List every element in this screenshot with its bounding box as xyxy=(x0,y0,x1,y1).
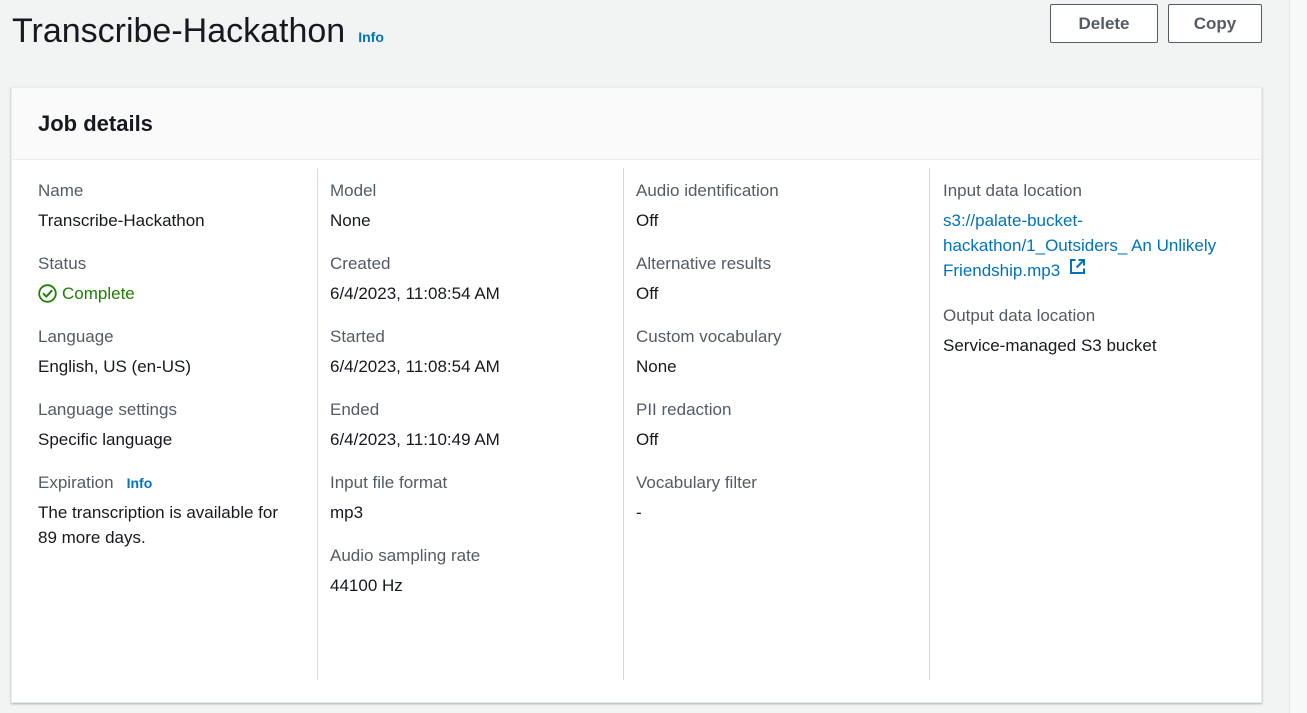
field-value: 6/4/2023, 11:10:49 AM xyxy=(330,430,500,449)
field-label: Alternative results xyxy=(636,254,772,273)
field-input-location: Input data location s3://palate-bucket-h… xyxy=(943,180,1237,285)
field-value: 44100 Hz xyxy=(330,576,403,595)
field-label: Language settings xyxy=(38,400,177,419)
field-value: None xyxy=(330,211,371,230)
field-value: Transcribe-Hackathon xyxy=(38,211,205,230)
job-details-title: Job details xyxy=(38,110,153,136)
job-details-container: Job details Name Transcribe-Hackathon St… xyxy=(11,87,1262,703)
column-timing: Model None Created 6/4/2023, 11:08:54 AM… xyxy=(318,168,624,680)
field-label: Name xyxy=(38,181,84,200)
field-label: Custom vocabulary xyxy=(636,327,782,346)
field-value: Off xyxy=(636,211,659,230)
field-label: Audio identification xyxy=(636,181,779,200)
field-pii-redaction: PII redaction Off xyxy=(636,399,909,452)
column-options: Audio identification Off Alternative res… xyxy=(624,168,930,680)
field-label: Input data location xyxy=(943,181,1082,200)
field-custom-vocabulary: Custom vocabulary None xyxy=(636,326,909,379)
field-value: Specific language xyxy=(38,430,173,449)
job-details-header: Job details xyxy=(12,88,1261,160)
header-actions: Delete Copy xyxy=(1050,4,1262,43)
field-value: 6/4/2023, 11:08:54 AM xyxy=(330,284,500,303)
field-language: Language English, US (en-US) xyxy=(38,326,297,379)
field-alternative-results: Alternative results Off xyxy=(636,253,909,306)
check-circle-icon xyxy=(38,284,57,303)
field-value: Service-managed S3 bucket xyxy=(943,335,1157,355)
expiration-label: Expiration xyxy=(38,473,114,492)
field-value: English, US (en-US) xyxy=(38,357,192,376)
field-audio-identification: Audio identification Off xyxy=(636,180,909,233)
input-location-value: s3://palate-bucket-hackathon/1_Outsiders… xyxy=(943,208,1237,285)
field-sampling-rate: Audio sampling rate 44100 Hz xyxy=(330,545,603,598)
status-text: Complete xyxy=(62,284,135,303)
field-label: Expiration Info xyxy=(38,472,297,494)
field-vocabulary-filter: Vocabulary filter - xyxy=(636,472,909,525)
field-label: Status xyxy=(38,254,87,273)
copy-button[interactable]: Copy xyxy=(1168,4,1262,43)
field-value: Off xyxy=(636,430,659,449)
field-label: Audio sampling rate xyxy=(330,546,481,565)
page-header: Transcribe-Hackathon Info xyxy=(12,12,384,62)
status-indicator: Complete xyxy=(38,281,297,306)
column-general: Name Transcribe-Hackathon Status Complet… xyxy=(12,168,318,680)
field-label: Ended xyxy=(330,400,380,419)
column-locations: Input data location s3://palate-bucket-h… xyxy=(930,168,1257,680)
field-input-format: Input file format mp3 xyxy=(330,472,603,525)
header-info-link[interactable]: Info xyxy=(358,29,384,45)
field-value: None xyxy=(636,357,677,376)
delete-button[interactable]: Delete xyxy=(1050,4,1158,43)
expiration-info-link[interactable]: Info xyxy=(127,472,153,494)
page-title: Transcribe-Hackathon xyxy=(12,12,346,50)
field-ended: Ended 6/4/2023, 11:10:49 AM xyxy=(330,399,603,452)
field-value: mp3 xyxy=(330,503,364,522)
field-label: Input file format xyxy=(330,473,448,492)
field-value: 6/4/2023, 11:08:54 AM xyxy=(330,357,500,376)
field-label: Output data location xyxy=(943,305,1096,325)
field-started: Started 6/4/2023, 11:08:54 AM xyxy=(330,326,603,379)
field-value: The transcription is available for 89 mo… xyxy=(38,503,279,547)
field-expiration: Expiration Info The transcription is ava… xyxy=(38,472,297,550)
field-status: Status Complete xyxy=(38,253,297,306)
field-label: Created xyxy=(330,254,391,273)
field-label: Model xyxy=(330,181,377,200)
page-scrollbar-track[interactable] xyxy=(1289,0,1307,713)
field-output-location: Output data location Service-managed S3 … xyxy=(943,305,1237,358)
external-link-icon[interactable] xyxy=(1068,257,1087,283)
field-label: Language xyxy=(38,327,114,346)
field-value: - xyxy=(636,503,642,522)
field-label: Started xyxy=(330,327,385,346)
field-label: Vocabulary filter xyxy=(636,473,757,492)
field-model: Model None xyxy=(330,180,603,233)
field-name: Name Transcribe-Hackathon xyxy=(38,180,297,233)
field-created: Created 6/4/2023, 11:08:54 AM xyxy=(330,253,603,306)
job-details-columns: Name Transcribe-Hackathon Status Complet… xyxy=(12,168,1261,680)
field-language-settings: Language settings Specific language xyxy=(38,399,297,452)
field-value: Off xyxy=(636,284,659,303)
field-label: PII redaction xyxy=(636,400,732,419)
